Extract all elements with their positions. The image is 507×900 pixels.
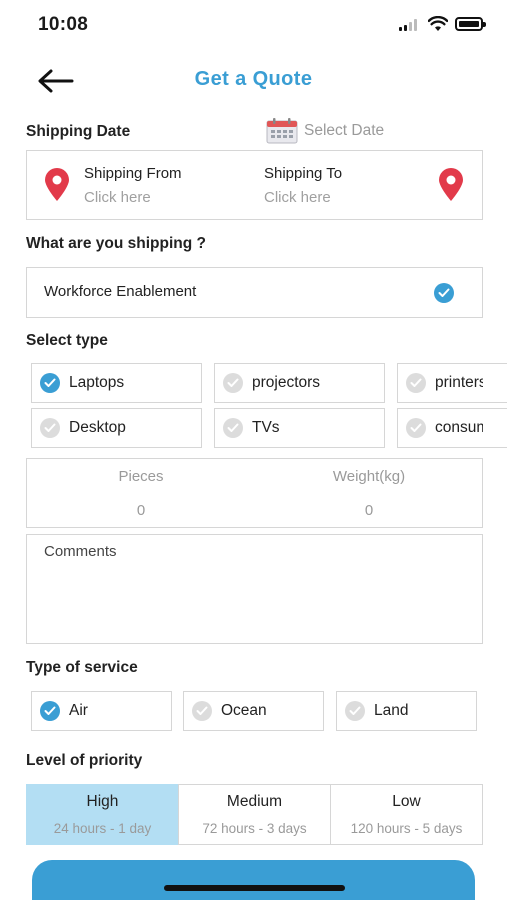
location-pin-icon xyxy=(439,168,463,201)
priority-option-high[interactable]: High 24 hours - 1 day xyxy=(26,784,179,845)
weight-input[interactable]: 0 xyxy=(255,502,483,519)
shipping-from-input[interactable]: Click here xyxy=(84,189,151,206)
check-icon xyxy=(406,373,426,393)
pieces-label: Pieces xyxy=(118,468,164,485)
battery-icon xyxy=(455,17,486,31)
shipping-to-label: Shipping To xyxy=(264,165,343,182)
check-icon xyxy=(406,418,426,438)
priority-name: High xyxy=(86,793,119,810)
location-pin-icon xyxy=(45,168,69,201)
priority-name: Low xyxy=(392,793,421,810)
select-date-button[interactable]: Select Date xyxy=(266,118,384,144)
type-option-consumables[interactable]: consumables xyxy=(397,408,507,448)
priority-option-low[interactable]: Low 120 hours - 5 days xyxy=(330,784,483,845)
cellular-signal-icon xyxy=(399,19,417,31)
service-option-label: Land xyxy=(374,702,409,719)
type-option-label: Laptops xyxy=(69,374,125,391)
priority-label: Level of priority xyxy=(26,752,143,769)
pieces-input[interactable]: 0 xyxy=(27,502,255,519)
header: Get a Quote xyxy=(0,60,507,100)
what-shipping-label: What are you shipping ? xyxy=(26,235,206,252)
type-option-label: TVs xyxy=(252,419,280,436)
calendar-icon xyxy=(266,118,298,144)
comments-placeholder: Comments xyxy=(44,543,117,560)
wifi-icon xyxy=(428,16,448,31)
shipping-date-label: Shipping Date xyxy=(26,123,131,140)
check-icon xyxy=(223,418,243,438)
check-icon xyxy=(40,418,60,438)
shipping-category-value: Workforce Enablement xyxy=(44,283,197,300)
select-date-text: Select Date xyxy=(304,122,385,139)
type-option-label: projectors xyxy=(252,374,321,391)
service-type-label: Type of service xyxy=(26,659,138,676)
select-type-label: Select type xyxy=(26,332,108,349)
service-option-label: Ocean xyxy=(221,702,267,719)
service-option-ocean[interactable]: Ocean xyxy=(183,691,324,731)
service-option-air[interactable]: Air xyxy=(31,691,172,731)
service-option-land[interactable]: Land xyxy=(336,691,477,731)
shipping-to-input[interactable]: Click here xyxy=(264,189,331,206)
type-option-label: consumables xyxy=(435,419,483,436)
check-icon xyxy=(434,283,454,303)
check-icon xyxy=(40,373,60,393)
status-time: 10:08 xyxy=(38,14,89,35)
route-box: Shipping From Click here Shipping To Cli… xyxy=(26,150,483,220)
check-icon xyxy=(223,373,243,393)
type-option-laptops[interactable]: Laptops xyxy=(31,363,202,403)
priority-time: 72 hours - 3 days xyxy=(202,821,307,836)
check-icon xyxy=(345,701,365,721)
pieces-weight-box: Pieces 0 Weight(kg) 0 xyxy=(26,458,483,528)
priority-name: Medium xyxy=(226,793,283,810)
type-option-label: printers xyxy=(435,374,483,391)
type-option-tvs[interactable]: TVs xyxy=(214,408,385,448)
check-icon xyxy=(192,701,212,721)
check-icon xyxy=(40,701,60,721)
service-option-label: Air xyxy=(69,702,88,719)
type-option-desktop[interactable]: Desktop xyxy=(31,408,202,448)
type-option-printers[interactable]: printers xyxy=(397,363,507,403)
shipping-from-label: Shipping From xyxy=(84,165,182,182)
priority-time: 120 hours - 5 days xyxy=(350,821,463,836)
shipping-category-select[interactable]: Workforce Enablement xyxy=(26,267,483,318)
page-title: Get a Quote xyxy=(194,68,313,90)
priority-option-medium[interactable]: Medium 72 hours - 3 days xyxy=(178,784,331,845)
status-bar: 10:08 xyxy=(0,0,507,50)
type-option-projectors[interactable]: projectors xyxy=(214,363,385,403)
weight-label: Weight(kg) xyxy=(332,468,406,485)
home-indicator xyxy=(164,885,345,891)
type-option-label: Desktop xyxy=(69,419,126,436)
comments-textarea[interactable]: Comments xyxy=(26,534,483,644)
submit-button[interactable] xyxy=(32,860,475,900)
priority-time: 24 hours - 1 day xyxy=(53,821,152,836)
